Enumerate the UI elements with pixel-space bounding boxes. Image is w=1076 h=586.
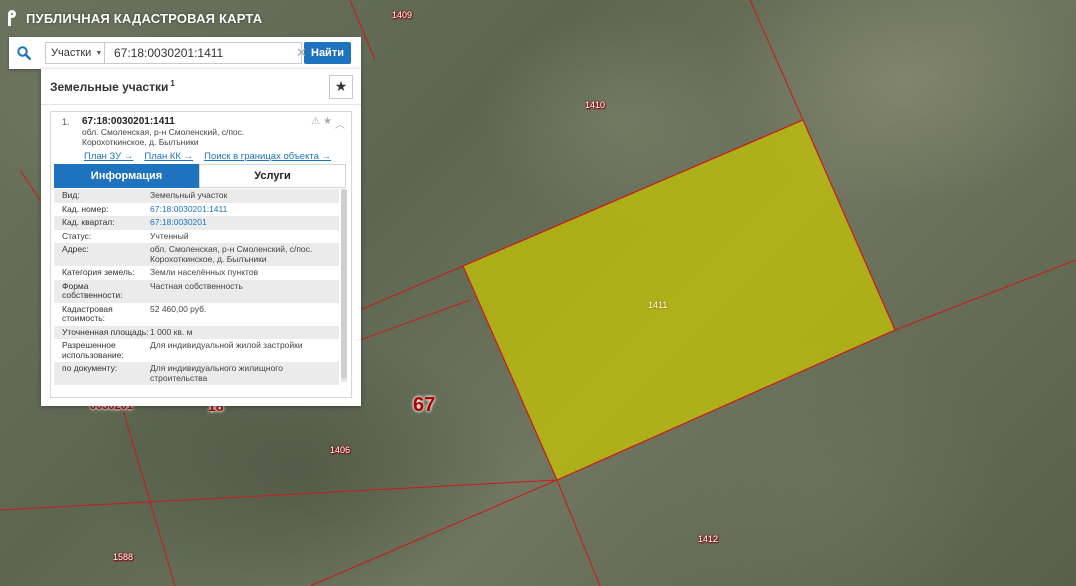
favorites-button[interactable]: ★	[329, 74, 353, 99]
star-icon[interactable]: ★	[323, 116, 332, 131]
app-title: ПУБЛИЧНАЯ КАДАСТРОВАЯ КАРТА	[26, 10, 263, 26]
star-icon: ★	[334, 78, 348, 94]
scrollbar-thumb[interactable]	[341, 189, 347, 379]
parcel-label-1410: 1410	[585, 100, 606, 110]
boundary-line	[359, 265, 464, 311]
find-button[interactable]: Найти	[304, 42, 351, 64]
result-links: План ЗУ → План КК → Поиск в границах объ…	[84, 151, 331, 162]
info-row: Уточненная площадь: 1 000 кв. м	[54, 325, 339, 339]
results-panel: Земельные участки 1 ★ 1. 67:18:0030201:14…	[41, 69, 361, 406]
boundary-line	[359, 299, 471, 341]
clear-icon[interactable]: ✕	[296, 45, 307, 61]
info-row: Категория земель: Земли населённых пункто…	[62, 267, 259, 277]
result-actions: ⚠ ★ ︿	[311, 116, 345, 131]
plan-kk-link[interactable]: План КК →	[144, 151, 193, 162]
cad-number-link[interactable]: 67:18:0030201:1411	[150, 204, 339, 215]
boundary-line	[19, 169, 41, 201]
tab-services[interactable]: Услуги	[199, 164, 346, 188]
search-type-label: Участки	[51, 47, 92, 59]
search-icon[interactable]	[9, 37, 39, 69]
results-count: 1	[170, 79, 175, 88]
info-table: Вид: Земельный участок Кад. номер: 67:18:0…	[54, 189, 339, 394]
info-scrollbar[interactable]	[341, 189, 347, 382]
search-type-select[interactable]: Участки ▼	[45, 42, 105, 64]
boundary-line	[0, 479, 558, 511]
result-cad-number[interactable]: 67:18:0030201:1411	[82, 116, 175, 127]
boundary-line	[556, 479, 601, 586]
info-row: Кад. квартал: 67:18:0030201	[54, 216, 339, 230]
search-bar: Участки ▼ ✕ Найти	[9, 37, 361, 69]
parcel-label-1406: 1406	[330, 445, 351, 455]
info-row: Адрес: обл. Смоленская, р-н Смоленский, с…	[54, 243, 339, 266]
region-number-label: 67	[413, 394, 436, 416]
result-index: 1.	[62, 117, 70, 127]
warning-icon[interactable]: ⚠	[311, 116, 320, 131]
info-row: Вид: Земельный участок	[54, 189, 339, 203]
search-in-bounds-link[interactable]: Поиск в границах объекта →	[204, 151, 331, 162]
result-card: 1. 67:18:0030201:1411 обл. Смоленская, р…	[50, 111, 352, 398]
result-address: обл. Смоленская, р-н Смоленский, с/пос. …	[82, 127, 245, 147]
selected-parcel	[462, 119, 896, 481]
selected-parcel-label: 1411	[648, 300, 668, 310]
search-input[interactable]	[105, 42, 302, 64]
info-row: Статус: Учтенный	[62, 230, 189, 241]
result-tabs: Информация Услуги	[54, 164, 346, 188]
chevron-up-icon[interactable]: ︿	[335, 116, 345, 131]
parcel-label-1588: 1588	[113, 552, 134, 562]
panel-header: Земельные участки 1 ★	[41, 69, 361, 105]
boundary-line	[309, 479, 558, 586]
plan-zu-link[interactable]: План ЗУ →	[84, 151, 133, 162]
panel-title: Земельные участки 1	[50, 79, 175, 94]
boundary-line	[749, 0, 804, 121]
info-row: Кадастровая стоимость: 52 460,00 руб.	[62, 303, 207, 323]
logo-icon	[8, 10, 20, 26]
tab-information[interactable]: Информация	[54, 164, 199, 188]
parcel-label-1412: 1412	[698, 534, 719, 544]
boundary-line	[894, 259, 1076, 331]
chevron-down-icon: ▼	[95, 49, 103, 57]
info-row: Кад. номер: 67:18:0030201:1411	[54, 203, 339, 217]
app-header: ПУБЛИЧНАЯ КАДАСТРОВАЯ КАРТА	[0, 0, 360, 36]
parcel-label-1409: 1409	[392, 10, 413, 20]
info-row: Форма собственности: Частная собственност…	[54, 279, 339, 303]
cad-quarter-link[interactable]: 67:18:0030201	[150, 217, 339, 228]
info-row: по документу: Для индивидуального жилищно…	[54, 362, 339, 385]
info-row: Разрешенное использование: Для индивидуал…	[62, 340, 303, 360]
